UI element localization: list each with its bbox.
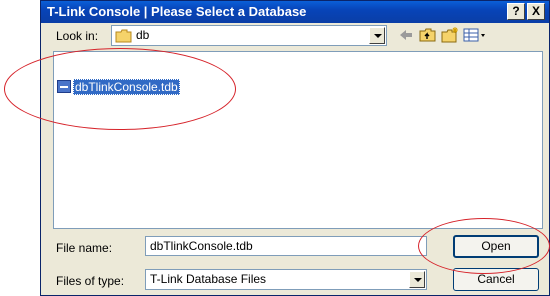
file-name-label: dbTlinkConsole.tdb [73, 79, 180, 95]
file-name-value: dbTlinkConsole.tdb [150, 239, 253, 253]
look-in-label: Look in: [56, 29, 99, 43]
file-list[interactable]: dbTlinkConsole.tdb [53, 51, 543, 229]
cancel-button-label: Cancel [477, 272, 515, 286]
folder-icon [115, 29, 132, 43]
help-button[interactable]: ? [507, 3, 525, 20]
file-name-input[interactable]: dbTlinkConsole.tdb [145, 236, 427, 256]
open-button-label: Open [481, 239, 511, 253]
dialog-title: T-Link Console | Please Select a Databas… [47, 4, 307, 19]
look-in-combo[interactable]: db [111, 25, 387, 46]
database-file-icon [57, 80, 71, 93]
look-in-value: db [136, 28, 150, 42]
up-folder-icon[interactable] [419, 27, 437, 43]
look-in-dropdown-button[interactable] [369, 27, 385, 44]
close-button[interactable]: X [527, 3, 545, 20]
file-name-label: File name: [56, 241, 113, 255]
new-folder-icon[interactable] [441, 27, 459, 43]
open-button[interactable]: Open [453, 235, 539, 258]
files-of-type-label: Files of type: [56, 274, 125, 288]
files-of-type-select[interactable]: T-Link Database Files [145, 269, 427, 290]
title-bar[interactable]: T-Link Console | Please Select a Databas… [41, 1, 549, 23]
files-of-type-dropdown-button[interactable] [409, 271, 425, 288]
files-of-type-value: T-Link Database Files [150, 272, 267, 286]
back-arrow-icon[interactable] [397, 27, 415, 43]
open-file-dialog: T-Link Console | Please Select a Databas… [40, 0, 550, 296]
view-menu-icon[interactable] [463, 27, 487, 43]
cancel-button[interactable]: Cancel [453, 268, 539, 291]
